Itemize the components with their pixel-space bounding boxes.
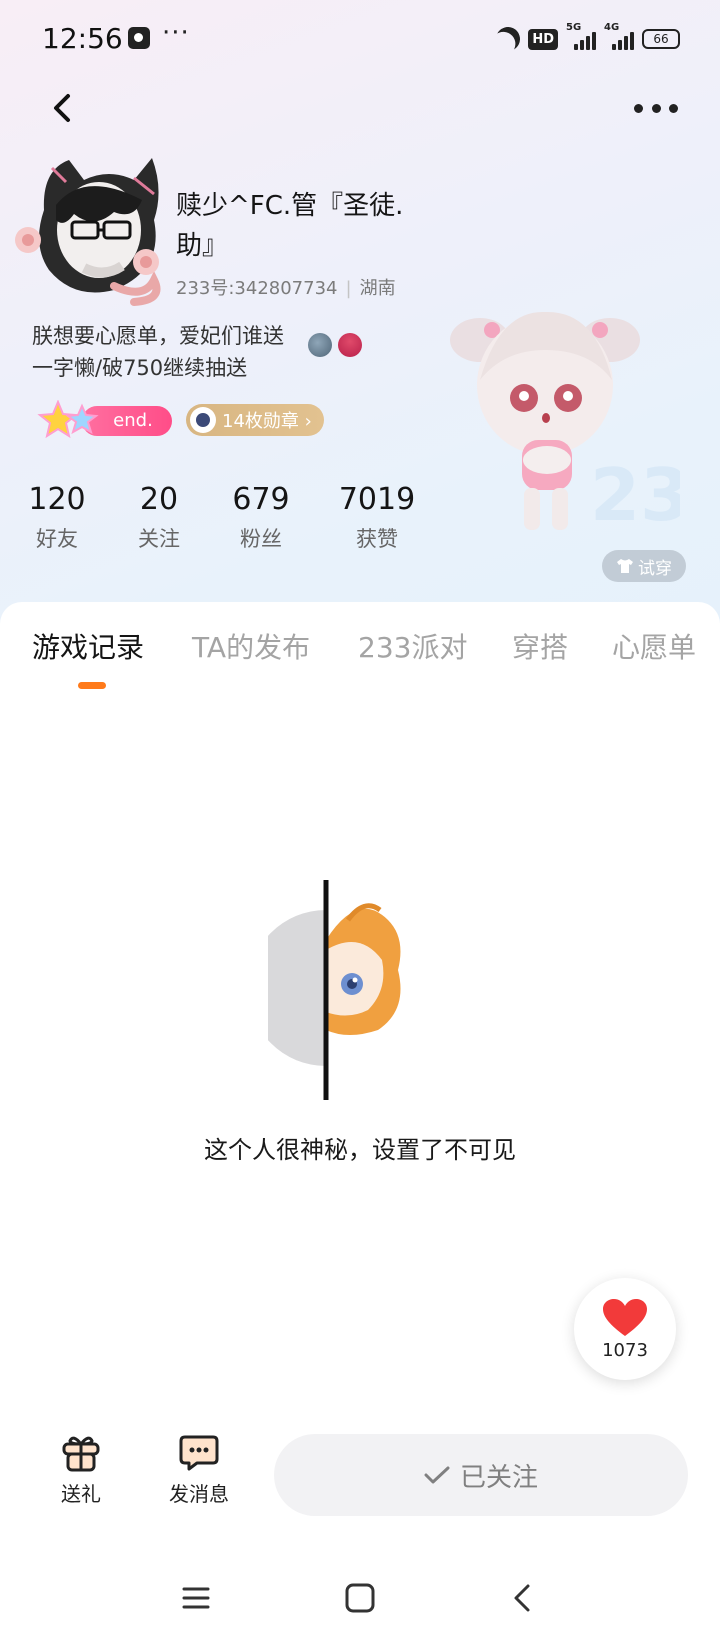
battery-icon: 66 [642, 29, 680, 49]
signal-5g-label: 5G [566, 22, 582, 33]
stat-value: 20 [139, 482, 179, 517]
stat-label: 关注 [138, 527, 180, 551]
star-icon [37, 400, 99, 439]
status-time: 12:56 [42, 22, 123, 55]
menu-icon [182, 1587, 210, 1609]
user-id-line: 233号:342807734 | 湖南 [176, 274, 396, 300]
stat-label: 好友 [36, 527, 78, 551]
user-id[interactable]: 233号:342807734 [176, 278, 338, 299]
tab-game-records[interactable]: 游戏记录 [32, 626, 144, 666]
stat-label: 粉丝 [240, 527, 282, 551]
chat-bubble-icon [179, 1435, 219, 1471]
following-label: 已关注 [459, 1462, 538, 1493]
stat-likes[interactable]: 7019 获赞 [338, 482, 416, 553]
chevron-left-icon [514, 1584, 530, 1612]
medal-button[interactable]: 14枚勋章 › [186, 404, 324, 436]
cat-avatar-image [15, 158, 161, 306]
hd-icon: HD [528, 28, 558, 50]
avatar[interactable] [14, 150, 164, 310]
like-count: 1073 [602, 1339, 648, 1361]
username: 赎少^FC.管『圣徒.助』 [176, 191, 404, 261]
stats-row: 120 好友 20 关注 679 粉丝 7019 获赞 [28, 482, 416, 553]
heart-icon [603, 1298, 647, 1336]
status-more-dots: ··· [162, 18, 190, 48]
devil-tongue-emoji-icon [338, 333, 362, 357]
following-button[interactable]: 已关注 [274, 1434, 688, 1516]
message-button[interactable]: 发消息 [154, 1434, 244, 1507]
medal-count-label: 14枚勋章 › [222, 411, 312, 432]
system-back-button[interactable] [504, 1578, 544, 1618]
active-tab-indicator [78, 682, 106, 689]
system-nav-bar [0, 1560, 720, 1640]
status-indicators: HD 5G 4G 66 [493, 22, 680, 55]
home-square-icon [345, 1583, 375, 1613]
region: 湖南 [359, 278, 396, 299]
profile-tabs: 游戏记录 TA的发布 233派对 穿搭 心愿单 [0, 626, 720, 686]
gift-button[interactable]: 送礼 [36, 1434, 126, 1507]
shirt-icon [617, 559, 633, 573]
back-button[interactable] [44, 88, 84, 128]
signal-5g-icon: 5G [566, 22, 596, 50]
gift-label: 送礼 [61, 1482, 101, 1506]
stat-value: 7019 [338, 482, 416, 517]
stat-label: 获赞 [356, 527, 398, 551]
status-bar: 12:56 ··· HD 5G 4G 66 [0, 0, 720, 80]
stat-following[interactable]: 20 关注 [130, 482, 188, 553]
home-button[interactable] [340, 1578, 380, 1618]
stat-value: 120 [28, 482, 86, 517]
stat-value: 679 [232, 482, 290, 517]
message-label: 发消息 [169, 1482, 229, 1506]
status-badge[interactable]: end. [34, 400, 172, 440]
bottom-action-bar: 送礼 发消息 已关注 [0, 1420, 720, 1530]
tab-233-party[interactable]: 233派对 [358, 626, 467, 666]
badge-row: end. 14枚勋章 › [34, 400, 324, 440]
bio-text: 朕想要心愿单，爱妃们谁送 一字懒/破750继续抽送 [32, 324, 284, 380]
3d-avatar-character[interactable]: 233 [440, 290, 720, 550]
camera-app-icon [128, 27, 150, 49]
try-on-button[interactable]: 试穿 [602, 550, 686, 582]
signal-4g-icon: 4G [604, 22, 634, 50]
moon-icon [493, 24, 524, 55]
more-options-button[interactable] [634, 96, 678, 120]
empty-state-message: 这个人很神秘，设置了不可见 [204, 1136, 516, 1164]
back-arrow-icon [54, 94, 70, 122]
try-on-label: 试穿 [638, 558, 672, 579]
signal-4g-label: 4G [604, 22, 620, 33]
stat-fans[interactable]: 679 粉丝 [232, 482, 290, 553]
checkmark-icon [424, 1466, 450, 1484]
recent-apps-button[interactable] [176, 1578, 216, 1618]
medal-icon [190, 407, 216, 433]
tab-posts[interactable]: TA的发布 [192, 626, 310, 666]
divider: | [345, 278, 352, 299]
tab-outfits[interactable]: 穿搭 [512, 626, 568, 666]
moon-face-emoji-icon [308, 333, 332, 357]
more-dots-icon [634, 103, 643, 113]
stat-friends[interactable]: 120 好友 [28, 482, 86, 553]
like-button[interactable]: 1073 [574, 1278, 676, 1380]
empty-state-illustration [248, 880, 418, 1100]
gift-icon [62, 1436, 100, 1472]
tab-wishlist[interactable]: 心愿单 [612, 626, 696, 666]
svg-text:233: 233 [590, 453, 680, 537]
